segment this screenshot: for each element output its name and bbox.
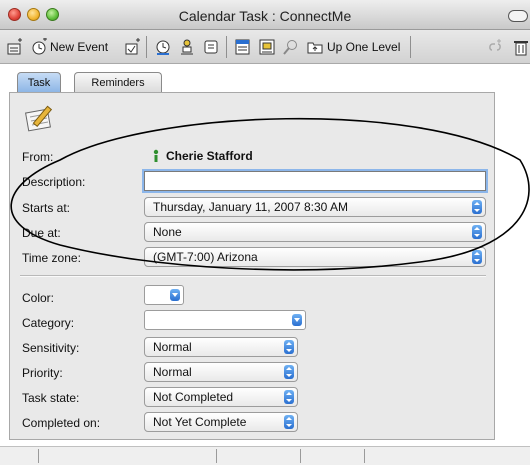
description-label: Description: [22,175,86,189]
toolbar-toggle-button[interactable] [508,10,528,22]
new-note-icon [7,38,22,55]
trash-icon [514,41,528,56]
person-icon [181,39,193,55]
chevron-down-icon [292,314,302,326]
person-button[interactable] [178,37,196,57]
completed-on-select[interactable]: Not Yet Complete [144,412,298,432]
category-label: Category: [22,316,75,330]
schedule-icon [156,40,170,55]
tab-task-label: Task [27,76,51,89]
color-label: Color: [22,291,55,305]
completed-on-label: Completed on: [22,416,101,430]
tab-reminders-label: Reminders [91,76,145,89]
time-zone-select[interactable]: (GMT-7:00) Arizona [144,247,486,267]
from-value: Cherie Stafford [166,149,253,163]
address-card-button[interactable] [202,37,220,57]
color-picker[interactable] [144,285,184,305]
sensitivity-select[interactable]: Normal [144,337,298,357]
up-one-level-label: Up One Level [327,40,401,54]
new-task-icon [125,38,140,55]
address-card-icon [204,40,218,54]
stepper-icon [472,250,482,264]
stepper-icon [284,390,294,404]
starts-at-value: Thursday, January 11, 2007 8:30 AM [153,200,349,214]
priority-select[interactable]: Normal [144,362,298,382]
category-combobox[interactable] [144,310,306,330]
priority-value: Normal [153,365,192,379]
task-notepad-icon [25,105,53,132]
due-at-value: None [153,225,182,239]
status-divider [216,449,217,463]
trash-button[interactable] [512,37,530,57]
stepper-icon [284,340,294,354]
from-label: From: [22,150,54,164]
search-icon [283,40,297,55]
calendar-button[interactable] [234,37,252,57]
new-event-button[interactable]: New Event [30,37,108,57]
stepper-icon [472,200,482,214]
toolbar-separator [226,36,227,58]
sensitivity-label: Sensitivity: [22,341,80,355]
new-note-button[interactable] [6,37,24,57]
search-button[interactable] [282,37,300,57]
toolbar: New Event Up One Level [0,30,530,64]
up-one-level-button[interactable]: Up One Level [306,37,400,57]
tab-task[interactable]: Task [17,72,61,92]
time-zone-label: Time zone: [22,251,81,265]
starts-at-select[interactable]: Thursday, January 11, 2007 8:30 AM [144,197,486,217]
link-icon [489,39,501,51]
description-field[interactable] [144,171,486,191]
stepper-icon [284,365,294,379]
sensitivity-value: Normal [153,340,192,354]
print-button[interactable] [258,37,276,57]
stepper-icon [284,415,294,429]
section-divider [20,275,486,277]
link-button[interactable] [486,37,504,57]
toolbar-separator [410,36,411,58]
status-bar [0,446,530,465]
new-task-button[interactable] [124,37,142,57]
print-icon [259,39,275,55]
title-bar: Calendar Task : ConnectMe [0,0,530,30]
task-state-label: Task state: [22,391,80,405]
task-panel: From: Cherie Stafford Description: Start… [9,92,495,440]
priority-label: Priority: [22,366,63,380]
starts-at-label: Starts at: [22,201,71,215]
new-event-label: New Event [50,40,109,54]
window-title: Calendar Task : ConnectMe [178,8,352,24]
due-at-label: Due at: [22,226,61,240]
task-state-value: Not Completed [153,390,234,404]
stepper-icon [472,225,482,239]
calendar-icon [235,39,250,55]
schedule-button[interactable] [154,37,172,57]
time-zone-value: (GMT-7:00) Arizona [153,250,258,264]
status-divider [38,449,39,463]
new-event-icon [32,38,47,55]
due-at-select[interactable]: None [144,222,486,242]
chevron-down-icon [170,289,180,301]
tab-reminders[interactable]: Reminders [74,72,162,92]
completed-on-value: Not Yet Complete [153,415,247,429]
person-icon [153,149,159,162]
status-divider [300,449,301,463]
status-divider [364,449,365,463]
folder-icon [307,42,323,54]
task-state-select[interactable]: Not Completed [144,387,298,407]
toolbar-separator [146,36,147,58]
